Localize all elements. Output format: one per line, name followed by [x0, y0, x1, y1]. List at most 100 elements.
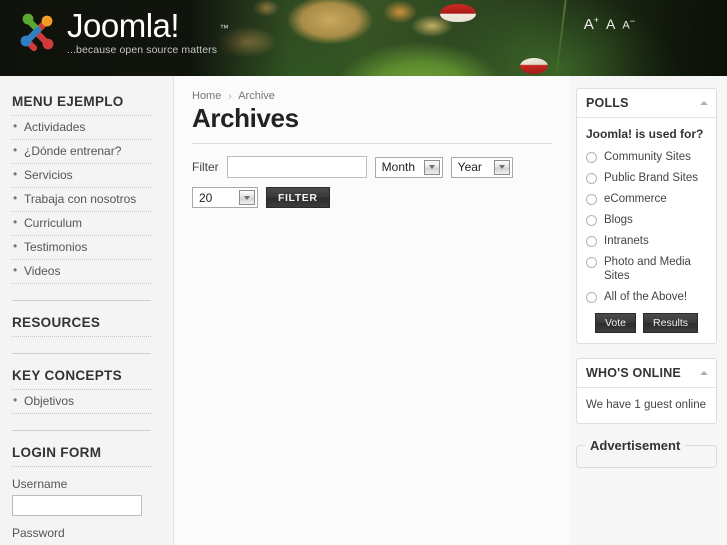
key-concepts-list: Objetivos [12, 389, 151, 414]
trademark-symbol: ™ [219, 23, 229, 33]
filter-row-secondary: 20 FILTER [192, 187, 552, 208]
site-header: Joomla! ™ ...because open source matters… [0, 0, 727, 76]
list-item[interactable]: Actividades [12, 115, 151, 140]
archive-filter-form: Filter Month Year 20 FILTER [192, 156, 552, 208]
radio-all-of-the-above[interactable] [586, 292, 597, 303]
list-item[interactable]: Blogs [586, 213, 707, 227]
list-item[interactable]: Community Sites [586, 150, 707, 164]
guests-online-text: We have 1 guest online [586, 399, 706, 411]
logo-text-block: Joomla! ™ ...because open source matters [67, 7, 229, 57]
filter-button[interactable]: FILTER [266, 187, 330, 208]
radio-photo-and-media-sites[interactable] [586, 257, 597, 268]
module-menu-ejemplo: MENU EJEMPLO Actividades ¿Dónde entrenar… [12, 94, 151, 284]
reset-font-size-button[interactable]: A [606, 17, 615, 31]
username-input[interactable] [12, 495, 142, 516]
list-item[interactable]: All of the Above! [586, 290, 707, 304]
module-resources: RESOURCES [12, 315, 151, 337]
sidebar-item-actividades[interactable]: Actividades [12, 119, 151, 135]
chevron-up-icon[interactable] [700, 101, 708, 105]
list-item[interactable]: Curriculum [12, 212, 151, 236]
radio-public-brand-sites[interactable] [586, 173, 597, 184]
list-item[interactable]: Intranets [586, 234, 707, 248]
sidebar-item-servicios[interactable]: Servicios [12, 167, 151, 183]
month-select-value: Month [381, 160, 416, 174]
year-select-value: Year [457, 160, 482, 174]
module-title-polls: POLLS [586, 96, 629, 110]
results-button[interactable]: Results [643, 313, 699, 333]
chevron-up-icon[interactable] [700, 371, 708, 375]
filter-input[interactable] [226, 156, 367, 178]
right-sidebar: POLLS Joomla! is used for? Community Sit… [570, 76, 727, 545]
poll-option-label[interactable]: Public Brand Sites [604, 171, 698, 185]
list-item[interactable]: Servicios [12, 164, 151, 188]
increase-font-sup: + [593, 15, 600, 25]
module-title-resources: RESOURCES [12, 315, 101, 330]
menu-ejemplo-list: Actividades ¿Dónde entrenar? Servicios T… [12, 115, 151, 284]
sidebar-item-objetivos[interactable]: Objetivos [12, 393, 151, 409]
chevron-down-icon[interactable] [493, 159, 510, 175]
logo-title-text: Joomla! [67, 7, 180, 44]
whos-online-body: We have 1 guest online [577, 388, 716, 423]
decrease-font-sup: − [629, 16, 635, 27]
reset-font-letter: A [606, 16, 616, 32]
module-advertisement: Advertisement [576, 438, 717, 468]
sidebar-item-donde-entrenar[interactable]: ¿Dónde entrenar? [12, 143, 151, 159]
decrease-font-letter: A [622, 20, 630, 32]
radio-blogs[interactable] [586, 215, 597, 226]
module-title-menu-ejemplo: MENU EJEMPLO [12, 94, 124, 109]
increase-font-letter: A [583, 16, 594, 33]
list-limit-value: 20 [199, 190, 213, 205]
poll-option-label[interactable]: All of the Above! [604, 290, 687, 304]
month-select[interactable]: Month [374, 156, 443, 178]
decrease-font-size-button[interactable]: A− [622, 17, 635, 32]
breadcrumb-home[interactable]: Home [192, 90, 221, 102]
poll-option-label[interactable]: Community Sites [604, 150, 691, 164]
radio-community-sites[interactable] [586, 152, 597, 163]
poll-option-label[interactable]: Intranets [604, 234, 649, 248]
module-title-key-concepts: KEY CONCEPTS [12, 368, 122, 383]
poll-option-label[interactable]: Photo and Media Sites [604, 255, 707, 283]
list-item[interactable]: Photo and Media Sites [586, 255, 707, 283]
sidebar-item-curriculum[interactable]: Curriculum [12, 215, 151, 231]
year-select[interactable]: Year [450, 156, 513, 178]
password-label: Password [12, 526, 65, 540]
increase-font-size-button[interactable]: A+ [583, 15, 600, 33]
sidebar-item-testimonios[interactable]: Testimonios [12, 239, 151, 255]
logo-tagline: ...because open source matters [67, 44, 218, 56]
logo-title: Joomla! ™ [67, 7, 229, 44]
list-item[interactable]: eCommerce [586, 192, 707, 206]
list-limit-select[interactable]: 20 [192, 187, 258, 208]
list-item[interactable]: Trabaja con nosotros [12, 188, 151, 212]
page-root: Joomla! ™ ...because open source matters… [0, 0, 727, 545]
module-key-concepts: KEY CONCEPTS Objetivos [12, 368, 151, 414]
whos-online-header: WHO'S ONLINE [577, 359, 716, 388]
poll-option-label[interactable]: eCommerce [604, 192, 667, 206]
resources-dotted-rule [12, 336, 151, 337]
poll-option-label[interactable]: Blogs [604, 213, 633, 227]
font-size-controls: A+ A A− [583, 15, 635, 33]
list-item[interactable]: Objetivos [12, 389, 151, 414]
list-item[interactable]: Testimonios [12, 236, 151, 260]
advertisement-legend: Advertisement [590, 438, 681, 453]
main-content: Home › Archive Archives Filter Month Yea… [174, 76, 570, 545]
sidebar-item-trabaja-con-nosotros[interactable]: Trabaja con nosotros [12, 191, 151, 207]
radio-intranets[interactable] [586, 236, 597, 247]
title-divider [192, 143, 552, 144]
radio-ecommerce[interactable] [586, 194, 597, 205]
list-item[interactable]: Videos [12, 260, 151, 284]
poll-question: Joomla! is used for? [586, 127, 704, 141]
chevron-down-icon[interactable] [239, 190, 255, 205]
sidebar-item-videos[interactable]: Videos [12, 263, 151, 279]
list-item[interactable]: ¿Dónde entrenar? [12, 140, 151, 164]
login-dotted-rule [12, 466, 151, 467]
module-login-form: LOGIN FORM Username Password [12, 445, 151, 540]
list-item[interactable]: Public Brand Sites [586, 171, 707, 185]
site-logo[interactable]: Joomla! ™ ...because open source matters [14, 7, 229, 57]
page-title: Archives [192, 103, 299, 133]
chevron-down-icon[interactable] [423, 159, 440, 175]
poll-actions: Vote Results [586, 313, 707, 333]
breadcrumb: Home › Archive [192, 90, 552, 102]
poll-options-list: Community Sites Public Brand Sites eComm… [586, 150, 707, 304]
vote-button[interactable]: Vote [595, 313, 637, 333]
page-body: MENU EJEMPLO Actividades ¿Dónde entrenar… [0, 76, 727, 545]
